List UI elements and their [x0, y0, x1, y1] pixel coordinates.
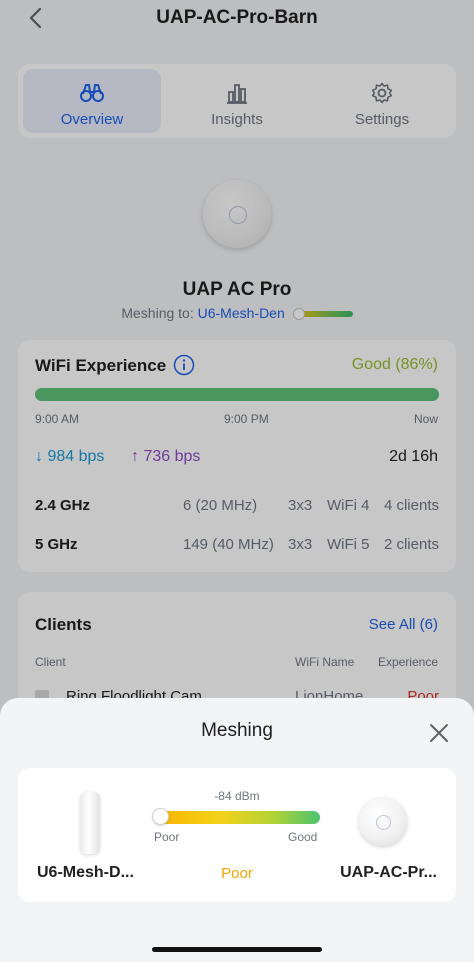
signal-bar: [152, 808, 320, 825]
meshing-sheet: Meshing U6-Mesh-D... -84 dBm Poor Good P…: [0, 698, 474, 962]
signal-knob: [152, 808, 169, 825]
close-icon[interactable]: [429, 723, 449, 743]
mesh-link-card: U6-Mesh-D... -84 dBm Poor Good Poor UAP-…: [18, 768, 456, 902]
signal-poor-label: Poor: [154, 830, 180, 844]
sheet-title: Meshing: [201, 720, 273, 741]
home-indicator: [152, 947, 322, 952]
this-device-name[interactable]: UAP-AC-Pr...: [340, 864, 437, 882]
signal-good-label: Good: [288, 830, 318, 844]
uap-device-image: [359, 798, 407, 846]
